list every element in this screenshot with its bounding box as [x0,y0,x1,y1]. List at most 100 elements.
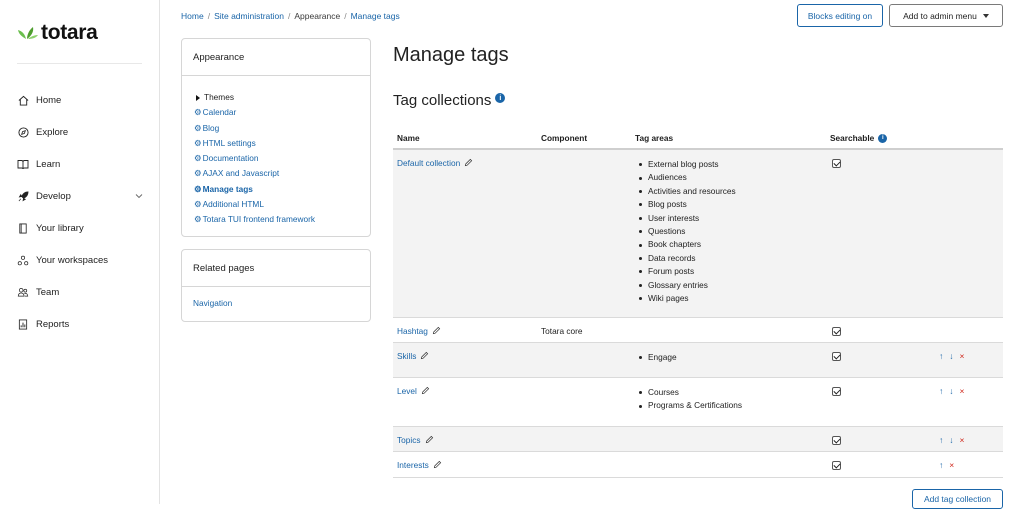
list-item: Engage [635,351,677,364]
link-label: Calendar [202,107,237,118]
gear-icon: ⚙ [194,168,202,179]
header-tag-areas: Tag areas [635,133,674,143]
nav-item-learn[interactable]: Learn [0,148,159,180]
library-icon [17,222,29,234]
collection-link[interactable]: Hashtag [397,326,428,336]
move-up-icon[interactable]: ↑ [939,435,943,445]
nav-label: Explore [36,126,69,138]
nav-label: Your library [36,222,84,234]
add-to-admin-menu-button[interactable]: Add to admin menu [889,4,1003,27]
chevron-down-icon[interactable] [135,191,143,202]
appearance-link-calendar[interactable]: ⚙ Calendar [194,105,359,120]
appearance-link-manage-tags[interactable]: ⚙ Manage tags [194,182,359,197]
searchable-checkbox[interactable] [832,387,841,398]
nav-item-home[interactable]: Home [0,84,159,116]
totara-logo[interactable]: totara [17,21,98,45]
appearance-link-html-settings[interactable]: ⚙ HTML settings [194,136,359,151]
list-item: External blog posts [635,158,736,171]
blocks-editing-button[interactable]: Blocks editing on [797,4,883,27]
info-icon[interactable]: i [878,133,888,143]
appearance-link-tui-framework[interactable]: ⚙ Totara TUI frontend framework [194,212,359,227]
link-label: HTML settings [202,137,256,148]
delete-icon[interactable]: × [960,386,965,396]
link-label: Manage tags [202,183,253,194]
appearance-link-ajax[interactable]: ⚙ AJAX and Javascript [194,166,359,181]
move-up-icon[interactable]: ↑ [939,460,943,470]
caret-down-icon [982,13,989,18]
page-title: Manage tags [393,44,509,66]
breadcrumb: Home / Site administration / Appearance … [181,11,400,21]
header-searchable: Searchable i [830,133,888,143]
appearance-link-blog[interactable]: ⚙ Blog [194,121,359,136]
link-label: Totara TUI frontend framework [202,214,315,225]
nav-item-team[interactable]: Team [0,276,159,308]
delete-icon[interactable]: × [949,460,954,470]
breadcrumb-home[interactable]: Home [181,11,204,21]
edit-pencil-icon[interactable] [420,351,429,362]
nav-item-your-library[interactable]: Your library [0,212,159,244]
gear-icon: ⚙ [194,107,202,118]
list-item: Glossary entries [635,279,736,292]
searchable-checkbox[interactable] [832,461,841,472]
list-item: Blog posts [635,198,736,211]
main-nav: Home Explore Learn Develop Your library … [0,84,159,340]
collection-link[interactable]: Default collection [397,158,460,168]
collection-link[interactable]: Skills [397,351,416,361]
breadcrumb-manage-tags[interactable]: Manage tags [351,11,400,21]
themes-item[interactable]: Themes [194,90,359,105]
breadcrumb-separator: / [344,11,347,21]
collection-link[interactable]: Level [397,386,417,396]
appearance-link-additional-html[interactable]: ⚙ Additional HTML [194,197,359,212]
nav-item-develop[interactable]: Develop [0,180,159,212]
edit-pencil-icon[interactable] [421,386,430,397]
expand-arrow-icon [196,94,200,101]
nav-item-reports[interactable]: Reports [0,308,159,340]
rocket-icon [17,190,29,202]
link-label: AJAX and Javascript [202,168,280,179]
team-icon [17,286,29,298]
header-component: Component [541,133,588,143]
row-actions: ↑ × [939,460,960,470]
related-pages-title: Related pages [182,250,370,287]
searchable-checkbox[interactable] [832,436,841,447]
link-label: Blog [202,122,220,133]
searchable-checkbox[interactable] [832,159,841,170]
tag-areas-list: External blog posts Audiences Activities… [635,158,736,305]
table-row: Level Courses Programs & Certifications … [393,378,1003,427]
compass-icon [17,126,29,138]
nav-item-your-workspaces[interactable]: Your workspaces [0,244,159,276]
component-cell: Totara core [541,326,583,336]
list-item: Courses [635,386,742,399]
sidebar-divider [17,63,142,64]
move-up-icon[interactable]: ↑ [939,386,943,396]
edit-pencil-icon[interactable] [432,326,441,337]
nav-label: Learn [36,158,61,170]
edit-pencil-icon[interactable] [464,158,473,169]
related-pages-body: Navigation [182,287,370,319]
move-down-icon[interactable]: ↓ [949,386,953,396]
table-header: Name Component Tag areas Searchable i [393,128,1003,150]
move-down-icon[interactable]: ↓ [949,351,953,361]
searchable-checkbox[interactable] [832,352,841,363]
edit-pencil-icon[interactable] [433,460,442,471]
edit-pencil-icon[interactable] [425,435,434,446]
move-down-icon[interactable]: ↓ [949,435,953,445]
row-actions: ↑ ↓ × [939,351,970,361]
related-link-navigation[interactable]: Navigation [193,298,232,308]
nav-item-explore[interactable]: Explore [0,116,159,148]
breadcrumb-site-administration[interactable]: Site administration [214,11,284,21]
searchable-checkbox[interactable] [832,327,841,338]
delete-icon[interactable]: × [960,435,965,445]
move-up-icon[interactable]: ↑ [939,351,943,361]
add-tag-collection-button[interactable]: Add tag collection [912,489,1003,509]
tag-collections-table: Name Component Tag areas Searchable i De… [393,128,1003,478]
breadcrumb-separator: / [207,11,211,21]
info-icon[interactable]: i [495,93,506,103]
appearance-link-documentation[interactable]: ⚙ Documentation [194,151,359,166]
list-item: Questions [635,225,736,238]
delete-icon[interactable]: × [960,351,965,361]
subtitle-text: Tag collections [393,92,492,109]
collection-link[interactable]: Topics [397,435,421,445]
link-label: Additional HTML [202,199,264,210]
collection-link[interactable]: Interests [397,460,429,470]
